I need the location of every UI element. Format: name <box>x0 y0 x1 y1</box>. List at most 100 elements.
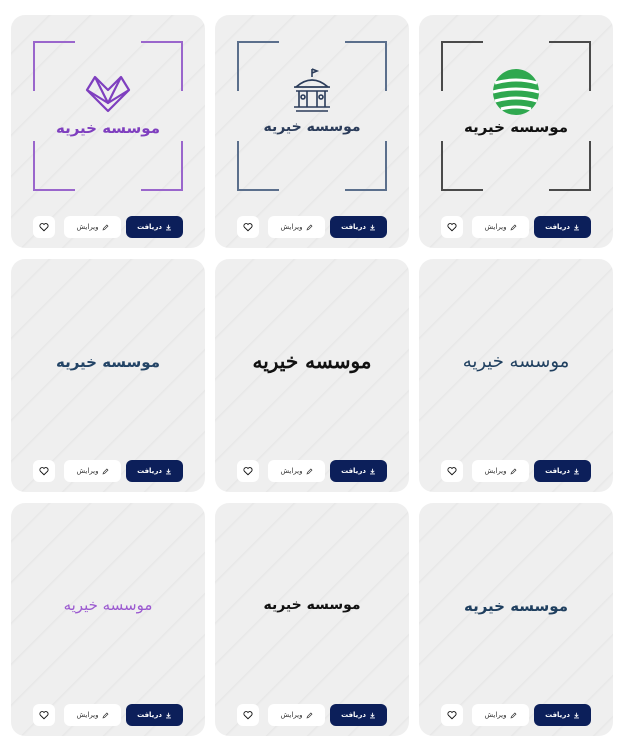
logo-text: موسسه خیریه <box>55 353 161 371</box>
card-actions: دریافت ویرایش <box>441 216 591 238</box>
carousel-icon <box>293 68 331 112</box>
heart-icon <box>447 467 457 476</box>
download-button[interactable]: دریافت <box>534 704 591 726</box>
download-icon <box>573 712 579 718</box>
edit-button[interactable]: ویرایش <box>64 704 121 726</box>
pencil-icon <box>102 712 108 718</box>
download-label: دریافت <box>545 467 570 475</box>
edit-label: ویرایش <box>484 711 507 719</box>
logo-text: موسسه خیریه <box>263 119 361 135</box>
heart-icon <box>243 467 253 476</box>
download-label: دریافت <box>137 467 162 475</box>
download-label: دریافت <box>341 467 366 475</box>
heart-icon <box>39 223 49 232</box>
pencil-icon <box>306 468 312 474</box>
heart-icon <box>39 711 49 720</box>
logo-card[interactable]: موسسه خیریه دریافت ویرایش <box>419 259 613 492</box>
logo-text: موسسه خیریه <box>463 118 569 136</box>
edit-label: ویرایش <box>484 467 507 475</box>
download-label: دریافت <box>545 223 570 231</box>
logo-text: موسسه خیریه <box>463 597 569 615</box>
logo-card[interactable]: موسسه خیریه دریافت ویرایش <box>215 503 409 736</box>
download-label: دریافت <box>341 223 366 231</box>
card-actions: دریافت ویرایش <box>441 460 591 482</box>
logo-text: موسسه خیریه <box>63 596 153 614</box>
card-actions: دریافت ویرایش <box>237 704 387 726</box>
download-label: دریافت <box>137 711 162 719</box>
card-actions: دریافت ویرایش <box>33 460 183 482</box>
heart-box-icon <box>85 75 131 113</box>
logo-card[interactable]: موسسه خیریه دریافت ویرایش <box>11 259 205 492</box>
edit-label: ویرایش <box>76 467 99 475</box>
edit-button[interactable]: ویرایش <box>472 460 529 482</box>
card-actions: دریافت ویرایش <box>237 460 387 482</box>
edit-button[interactable]: ویرایش <box>268 704 325 726</box>
edit-label: ویرایش <box>280 711 303 719</box>
download-label: دریافت <box>341 711 366 719</box>
download-button[interactable]: دریافت <box>126 216 183 238</box>
like-button[interactable] <box>441 704 463 726</box>
download-icon <box>369 224 375 230</box>
logo-card[interactable]: موسسه خیریه دریافت ویرایش <box>419 503 613 736</box>
logo-card-carousel[interactable]: موسسه خیریه دریافت ویرایش <box>215 15 409 248</box>
pencil-icon <box>306 224 312 230</box>
download-button[interactable]: دریافت <box>330 460 387 482</box>
download-icon <box>573 468 579 474</box>
logo-template-grid: موسسه خیریه دریافت ویرایش موسسه خیریه در… <box>0 0 624 741</box>
download-icon <box>369 712 375 718</box>
download-button[interactable]: دریافت <box>126 460 183 482</box>
like-button[interactable] <box>237 704 259 726</box>
like-button[interactable] <box>237 460 259 482</box>
download-label: دریافت <box>137 223 162 231</box>
download-button[interactable]: دریافت <box>330 216 387 238</box>
logo-text: موسسه خیریه <box>263 597 361 613</box>
logo-card-globe[interactable]: موسسه خیریه دریافت ویرایش <box>419 15 613 248</box>
like-button[interactable] <box>441 216 463 238</box>
like-button[interactable] <box>237 216 259 238</box>
logo-card-heart-box[interactable]: موسسه خیریه دریافت ویرایش <box>11 15 205 248</box>
download-button[interactable]: دریافت <box>534 216 591 238</box>
card-actions: دریافت ویرایش <box>33 216 183 238</box>
edit-label: ویرایش <box>484 223 507 231</box>
pencil-icon <box>102 224 108 230</box>
edit-label: ویرایش <box>280 467 303 475</box>
logo-card[interactable]: موسسه خیریه دریافت ویرایش <box>215 259 409 492</box>
pencil-icon <box>306 712 312 718</box>
edit-button[interactable]: ویرایش <box>472 704 529 726</box>
download-icon <box>573 224 579 230</box>
logo-card[interactable]: موسسه خیریه دریافت ویرایش <box>11 503 205 736</box>
edit-button[interactable]: ویرایش <box>64 216 121 238</box>
download-icon <box>165 712 171 718</box>
globe-icon <box>492 69 540 115</box>
edit-label: ویرایش <box>76 711 99 719</box>
heart-icon <box>447 223 457 232</box>
download-button[interactable]: دریافت <box>126 704 183 726</box>
download-icon <box>165 468 171 474</box>
edit-label: ویرایش <box>76 223 99 231</box>
edit-button[interactable]: ویرایش <box>64 460 121 482</box>
edit-button[interactable]: ویرایش <box>472 216 529 238</box>
edit-label: ویرایش <box>280 223 303 231</box>
heart-icon <box>243 711 253 720</box>
download-button[interactable]: دریافت <box>330 704 387 726</box>
pencil-icon <box>102 468 108 474</box>
download-icon <box>369 468 375 474</box>
download-icon <box>165 224 171 230</box>
heart-icon <box>447 711 457 720</box>
download-button[interactable]: دریافت <box>534 460 591 482</box>
like-button[interactable] <box>33 704 55 726</box>
pencil-icon <box>510 712 516 718</box>
card-actions: دریافت ویرایش <box>33 704 183 726</box>
logo-text: موسسه خیریه <box>252 349 372 373</box>
like-button[interactable] <box>33 460 55 482</box>
like-button[interactable] <box>33 216 55 238</box>
card-actions: دریافت ویرایش <box>237 216 387 238</box>
heart-icon <box>39 467 49 476</box>
like-button[interactable] <box>441 460 463 482</box>
edit-button[interactable]: ویرایش <box>268 216 325 238</box>
logo-text: موسسه خیریه <box>462 351 570 372</box>
edit-button[interactable]: ویرایش <box>268 460 325 482</box>
card-actions: دریافت ویرایش <box>441 704 591 726</box>
pencil-icon <box>510 224 516 230</box>
pencil-icon <box>510 468 516 474</box>
